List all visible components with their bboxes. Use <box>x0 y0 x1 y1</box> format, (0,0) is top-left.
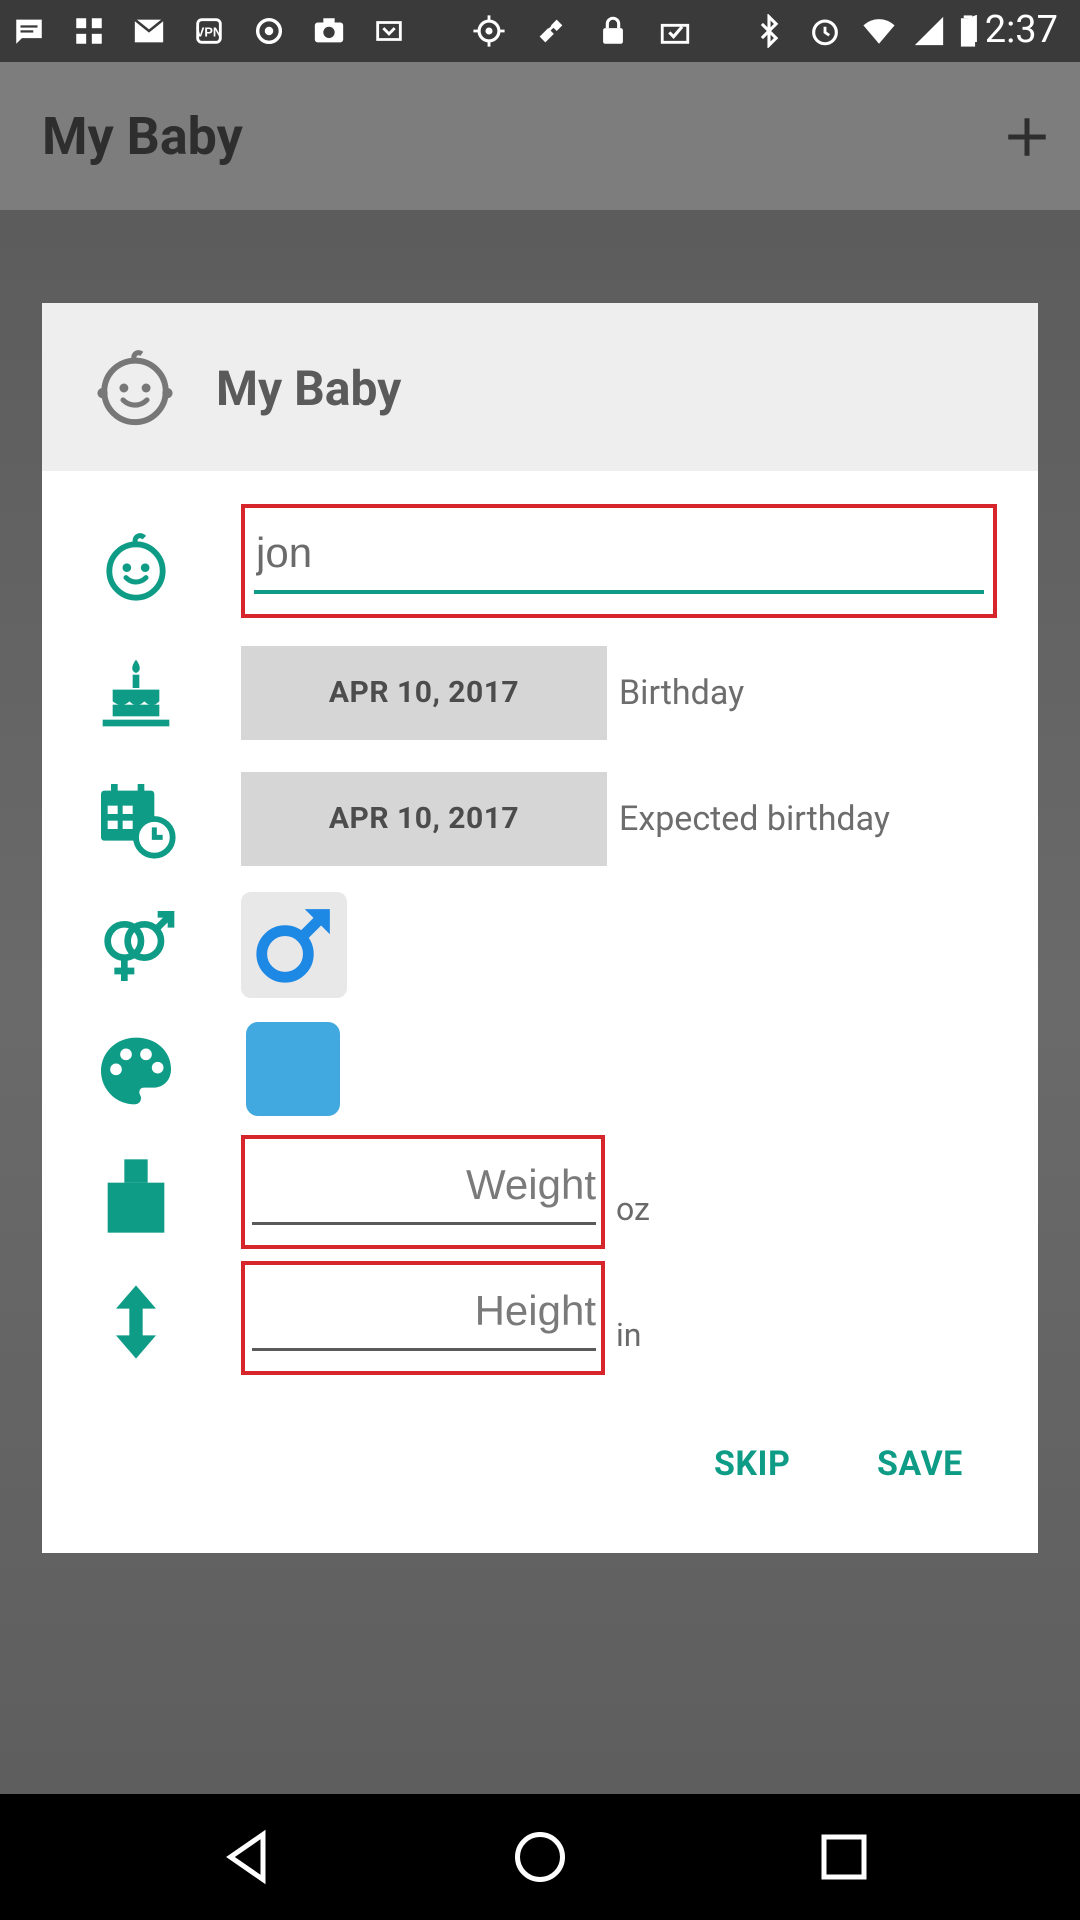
alarm-icon <box>812 19 838 46</box>
weight-icon <box>107 1159 165 1233</box>
mail-icon <box>134 18 164 43</box>
svg-text:VPN: VPN <box>196 25 222 40</box>
status-time: 12:37 <box>963 8 1058 52</box>
chevron-icon <box>376 21 402 41</box>
chat-icon <box>16 19 42 44</box>
gender-toggle-button[interactable] <box>241 892 347 998</box>
name-input[interactable] <box>254 516 984 594</box>
baby-dialog: My Baby APR 10, 2017 Birthday APR 10, 20… <box>42 303 1038 1553</box>
color-swatch-button[interactable] <box>246 1022 340 1116</box>
palette-icon <box>101 1037 171 1105</box>
dialog-header: My Baby <box>42 303 1038 471</box>
birthday-date-button[interactable]: APR 10, 2017 <box>241 646 607 740</box>
skip-button[interactable]: SKIP <box>714 1444 790 1484</box>
baby-icon <box>106 533 166 601</box>
camera-icon <box>314 18 344 43</box>
gender-icon <box>104 911 175 981</box>
settings-icon <box>255 17 283 45</box>
baby-face-icon <box>97 350 173 426</box>
navigation-bar <box>0 1794 1080 1920</box>
weight-field-highlight <box>241 1135 605 1249</box>
back-icon[interactable] <box>218 1827 278 1887</box>
status-bar: VPN 12:37 <box>0 0 1080 62</box>
height-input[interactable] <box>252 1273 596 1351</box>
height-arrows-icon <box>116 1285 156 1359</box>
dialog-title: My Baby <box>216 360 402 417</box>
app-bar: My Baby <box>0 62 1080 210</box>
height-unit: in <box>616 1316 642 1354</box>
weight-input[interactable] <box>252 1147 596 1225</box>
cake-icon <box>102 659 170 727</box>
wifi-icon <box>863 19 895 44</box>
plus-icon[interactable] <box>1002 112 1052 162</box>
gps-target-icon <box>473 15 505 47</box>
bluetooth-icon <box>760 14 779 48</box>
vpn-icon: VPN <box>196 18 222 44</box>
calendar-clock-icon <box>101 784 176 859</box>
save-button[interactable]: SAVE <box>877 1444 963 1484</box>
height-field-highlight <box>241 1261 605 1375</box>
grid-icon <box>76 18 102 44</box>
home-icon[interactable] <box>510 1827 570 1887</box>
recents-icon[interactable] <box>814 1827 874 1887</box>
name-field-highlight <box>241 504 997 618</box>
expected-birthday-date-button[interactable]: APR 10, 2017 <box>241 772 607 866</box>
signal-icon <box>914 16 944 46</box>
app-title: My Baby <box>42 106 243 167</box>
birthday-label: Birthday <box>619 673 745 713</box>
check-envelope-icon <box>660 23 690 44</box>
male-symbol-icon <box>256 908 331 983</box>
expected-birthday-label: Expected birthday <box>619 799 890 839</box>
weight-unit: oz <box>616 1190 650 1228</box>
lock-icon <box>603 16 623 44</box>
fake-gps-icon <box>539 19 563 43</box>
